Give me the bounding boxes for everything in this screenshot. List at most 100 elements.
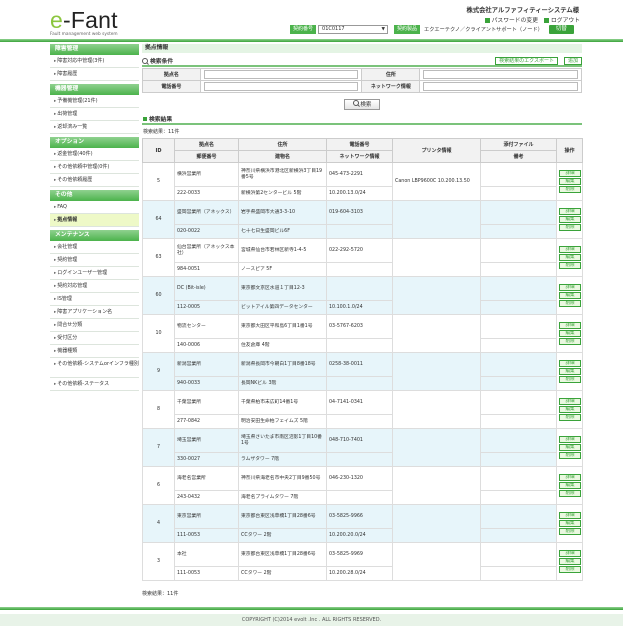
row-id: 7 (142, 428, 175, 467)
sidebar-item-label: その他依頼-ステータス (57, 381, 110, 387)
row-phone: 045-473-2291 (326, 162, 393, 187)
sidebar-item[interactable]: ▸問合せ分類 (50, 319, 139, 332)
phone-input[interactable] (203, 82, 359, 91)
row-attach (480, 200, 557, 225)
col-name: 拠点名 (174, 138, 239, 151)
detail-button[interactable]: 詳細 (559, 436, 581, 443)
logo[interactable]: e-Fant (50, 9, 118, 32)
detail-button[interactable]: 詳細 (559, 398, 581, 405)
sidebar-item[interactable]: ▸IS管理 (50, 293, 139, 306)
main-content: 拠点情報 検索条件 検索結果のエクスポート 追加 拠点名 住所 電話番号 ネット… (142, 44, 583, 581)
row-phone (326, 276, 393, 301)
export-button[interactable]: 検索結果のエクスポート (495, 57, 558, 65)
sidebar-item[interactable]: ▸その他依頼中管理(0件) (50, 161, 139, 174)
row-remarks (480, 262, 557, 277)
edit-button[interactable]: 編集 (559, 292, 581, 299)
row-building: 明治安田生命柏フェイムズ 5階 (238, 414, 327, 429)
address-input[interactable] (423, 70, 578, 79)
sidebar-item[interactable]: ▸FAQ (50, 201, 139, 214)
edit-button[interactable]: 編集 (559, 330, 581, 337)
row-id: 9 (142, 352, 175, 391)
sidebar-item[interactable]: ▸受付区分 (50, 332, 139, 345)
sidebar-item[interactable]: ▸障害アプリケーション名 (50, 306, 139, 319)
edit-button[interactable]: 編集 (559, 406, 581, 413)
sidebar-item[interactable]: ▸その他依頼-ステータス (50, 378, 139, 391)
row-network: 10.100.1.0/24 (326, 300, 393, 315)
sidebar-item[interactable]: ▸予備機管理(21件) (50, 95, 139, 108)
delete-button[interactable]: 削除 (559, 262, 581, 269)
name-input[interactable] (203, 70, 359, 79)
bullet-icon: ▸ (54, 362, 57, 367)
network-label: ネットワーク情報 (361, 80, 421, 93)
detail-button[interactable]: 詳細 (559, 474, 581, 481)
network-input[interactable] (423, 82, 578, 91)
row-name: 横浜営業所 (174, 162, 239, 187)
detail-button[interactable]: 詳細 (559, 208, 581, 215)
detail-button[interactable]: 詳細 (559, 322, 581, 329)
header-links: パスワードの変更 ログアウト (484, 15, 580, 24)
add-button[interactable]: 追加 (563, 57, 582, 65)
row-attach (480, 162, 557, 187)
row-name: 千葉営業所 (174, 390, 239, 415)
sidebar-item[interactable]: ▸機器種類 (50, 345, 139, 358)
delete-button[interactable]: 削除 (559, 224, 581, 231)
sidebar-item[interactable]: ▸会社管理 (50, 241, 139, 254)
edit-button[interactable]: 編集 (559, 254, 581, 261)
delete-button[interactable]: 削除 (559, 186, 581, 193)
table-row: 60 DC (Bit-isle) 東京都文京区水道１丁目12-3 詳細 編集 削除 (142, 276, 583, 315)
row-id: 6 (142, 466, 175, 505)
search-button[interactable]: 検索 (343, 99, 381, 110)
logout-link[interactable]: ログアウト (544, 15, 580, 24)
detail-button[interactable]: 詳細 (559, 246, 581, 253)
sidebar-item[interactable]: ▸その他依頼履歴 (50, 174, 139, 187)
edit-button[interactable]: 編集 (559, 482, 581, 489)
delete-button[interactable]: 削除 (559, 490, 581, 497)
table-row: 10 物流センター 東京都大田区平和島6丁目1番1号 03-5767-6203 詳細 編集… (142, 314, 583, 353)
sidebar-item[interactable]: ▸拠点情報 (50, 214, 139, 227)
sidebar-item[interactable]: ▸障害履歴 (50, 68, 139, 81)
delete-button[interactable]: 削除 (559, 300, 581, 307)
edit-button[interactable]: 編集 (559, 520, 581, 527)
row-address: 東京都台東区浅草橋1丁目28番6号 (238, 504, 327, 529)
delete-button[interactable]: 削除 (559, 376, 581, 383)
contract-select[interactable]: 01C0117 ▼ (318, 25, 389, 34)
row-building: ビットアイル第四データセンター (238, 300, 327, 315)
sidebar-item-label: その他依頼履歴 (57, 177, 93, 183)
sidebar-item[interactable]: ▸その他依頼-システムorインフラ種別 (50, 358, 139, 378)
detail-button[interactable]: 詳細 (559, 550, 581, 557)
sidebar-item[interactable]: ▸出荷管理 (50, 108, 139, 121)
table-row: 6 海老名営業所 神奈川県海老名市中央2丁目9番50号 046-230-1320 詳細編… (142, 466, 583, 505)
sidebar-item[interactable]: ▸ログインユーザー管理 (50, 267, 139, 280)
edit-button[interactable]: 編集 (559, 444, 581, 451)
sidebar-item[interactable]: ▸障害対応中管理(3件) (50, 55, 139, 68)
sidebar-item[interactable]: ▸返金管理(40件) (50, 148, 139, 161)
sidebar-item[interactable]: ▸返却済み一覧 (50, 121, 139, 134)
edit-button[interactable]: 編集 (559, 178, 581, 185)
table-row-sub: 111-0053 CCタワー 2階 10.200.20.0/24 (143, 528, 583, 543)
col-printer: プリンタ情報 (392, 138, 481, 163)
delete-button[interactable]: 削除 (559, 338, 581, 345)
delete-button[interactable]: 削除 (559, 414, 581, 421)
bullet-icon: ▸ (54, 297, 57, 302)
sidebar-item[interactable]: ▸契約対応管理 (50, 280, 139, 293)
row-id: 3 (142, 542, 175, 581)
delete-button[interactable]: 削除 (559, 566, 581, 573)
edit-button[interactable]: 編集 (559, 368, 581, 375)
detail-button[interactable]: 詳細 (559, 512, 581, 519)
row-name: 物流センター (174, 314, 239, 339)
search-icon (142, 57, 148, 64)
edit-button[interactable]: 編集 (559, 558, 581, 565)
detail-button[interactable]: 詳細 (559, 360, 581, 367)
password-change-link[interactable]: パスワードの変更 (484, 15, 538, 24)
delete-button[interactable]: 削除 (559, 528, 581, 535)
row-postal: 330-0027 (174, 452, 239, 467)
row-ops: 詳細 編集 削除 (556, 276, 583, 315)
switch-button[interactable]: 切替 (548, 25, 574, 34)
detail-button[interactable]: 詳細 (559, 284, 581, 291)
delete-button[interactable]: 削除 (559, 452, 581, 459)
row-postal: 140-0006 (174, 338, 239, 353)
bullet-icon (544, 17, 549, 23)
sidebar-item[interactable]: ▸契約管理 (50, 254, 139, 267)
edit-button[interactable]: 編集 (559, 216, 581, 223)
detail-button[interactable]: 詳細 (559, 170, 581, 177)
